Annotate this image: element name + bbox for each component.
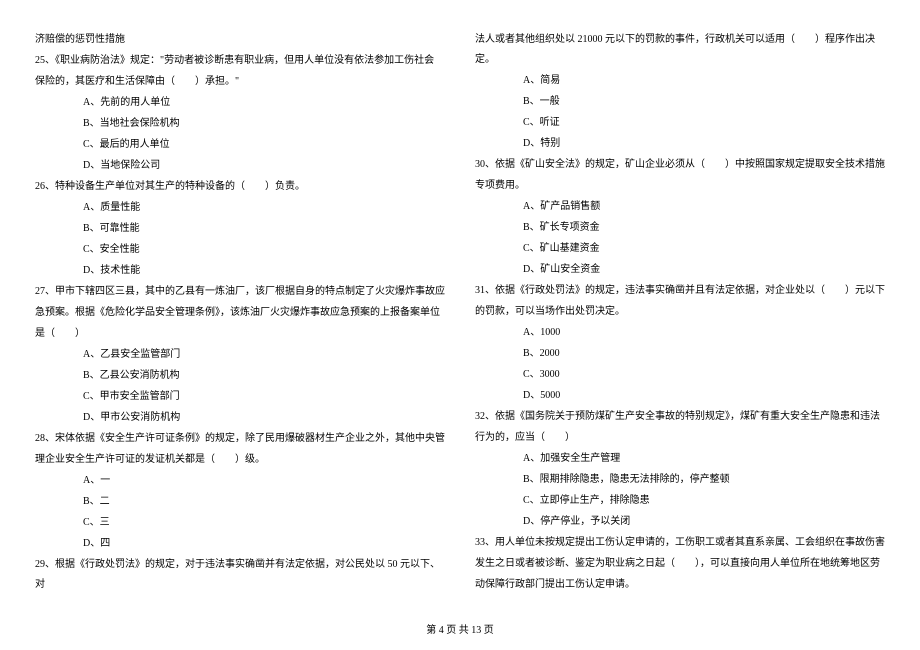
q32-option-c: C、立即停止生产，排除隐患 [475, 491, 885, 511]
q31-stem-line1: 31、依据《行政处罚法》的规定，违法事实确凿并且有法定依据，对企业处以（ ）元以… [475, 281, 885, 301]
q31-stem-line2: 的罚款，可以当场作出处罚决定。 [475, 302, 885, 322]
q29-option-d: D、特别 [475, 134, 885, 154]
continuation-line: 济赔偿的惩罚性措施 [35, 30, 445, 50]
q27-option-a: A、乙县安全监管部门 [35, 345, 445, 365]
q27-option-d: D、甲市公安消防机构 [35, 408, 445, 428]
q25-option-a: A、先前的用人单位 [35, 93, 445, 113]
q31-option-a: A、1000 [475, 323, 885, 343]
q28-stem-line1: 28、宋体依据《安全生产许可证条例》的规定，除了民用爆破器材生产企业之外，其他中… [35, 429, 445, 449]
q27-option-c: C、甲市安全监管部门 [35, 387, 445, 407]
q26-option-d: D、技术性能 [35, 261, 445, 281]
q31-option-c: C、3000 [475, 365, 885, 385]
q25-option-d: D、当地保险公司 [35, 156, 445, 176]
q26-option-b: B、可靠性能 [35, 219, 445, 239]
q32-option-b: B、限期排除隐患，隐患无法排除的，停产整顿 [475, 470, 885, 490]
q27-stem-line3: 是（ ） [35, 324, 445, 344]
q31-option-d: D、5000 [475, 386, 885, 406]
q26-option-a: A、质量性能 [35, 198, 445, 218]
q29-option-c: C、听证 [475, 113, 885, 133]
q29-option-a: A、简易 [475, 71, 885, 91]
q33-stem-line3: 动保障行政部门提出工伤认定申请。 [475, 575, 885, 595]
q27-option-b: B、乙县公安消防机构 [35, 366, 445, 386]
q33-stem-line1: 33、用人单位未按规定提出工伤认定申请的，工伤职工或者其直系亲属、工会组织在事故… [475, 533, 885, 553]
q32-stem-line2: 行为的，应当（ ） [475, 428, 885, 448]
q25-option-b: B、当地社会保险机构 [35, 114, 445, 134]
page-footer: 第 4 页 共 13 页 [0, 621, 920, 636]
q25-stem-line1: 25、《职业病防治法》规定："劳动者被诊断患有职业病，但用人单位没有依法参加工伤… [35, 51, 445, 71]
q28-option-d: D、四 [35, 534, 445, 554]
q28-option-a: A、一 [35, 471, 445, 491]
q28-option-b: B、二 [35, 492, 445, 512]
q30-stem-line1: 30、依据《矿山安全法》的规定，矿山企业必须从（ ）中按照国家规定提取安全技术措… [475, 155, 885, 175]
left-column: 济赔偿的惩罚性措施 25、《职业病防治法》规定："劳动者被诊断患有职业病，但用人… [35, 30, 445, 610]
q27-stem-line2: 急预案。根据《危险化学品安全管理条例》，该炼油厂火灾爆炸事故应急预案的上报备案单… [35, 303, 445, 323]
q29-stem: 29、根据《行政处罚法》的规定，对于违法事实确凿并有法定依据，对公民处以 50 … [35, 555, 445, 595]
q30-option-a: A、矿产品销售额 [475, 197, 885, 217]
q31-option-b: B、2000 [475, 344, 885, 364]
q33-stem-line2: 发生之日或者被诊断、鉴定为职业病之日起（ ），可以直接向用人单位所在地统筹地区劳 [475, 554, 885, 574]
q30-option-d: D、矿山安全资金 [475, 260, 885, 280]
q32-stem-line1: 32、依据《国务院关于预防煤矿生产安全事故的特别规定》，煤矿有重大安全生产隐患和… [475, 407, 885, 427]
q32-option-a: A、加强安全生产管理 [475, 449, 885, 469]
q26-stem: 26、特种设备生产单位对其生产的特种设备的（ ）负责。 [35, 177, 445, 197]
q30-stem-line2: 专项费用。 [475, 176, 885, 196]
q30-option-c: C、矿山基建资金 [475, 239, 885, 259]
q29-cont-stem: 法人或者其他组织处以 21000 元以下的罚款的事件，行政机关可以适用（ ）程序… [475, 30, 885, 70]
q28-option-c: C、三 [35, 513, 445, 533]
q27-stem-line1: 27、甲市下辖四区三县，其中的乙县有一炼油厂，该厂根据自身的特点制定了火灾爆炸事… [35, 282, 445, 302]
q30-option-b: B、矿长专项资金 [475, 218, 885, 238]
q29-option-b: B、一般 [475, 92, 885, 112]
right-column: 法人或者其他组织处以 21000 元以下的罚款的事件，行政机关可以适用（ ）程序… [475, 30, 885, 610]
q32-option-d: D、停产停业，予以关闭 [475, 512, 885, 532]
q25-option-c: C、最后的用人单位 [35, 135, 445, 155]
q25-stem-line2: 保险的，其医疗和生活保障由（ ）承担。" [35, 72, 445, 92]
q28-stem-line2: 理企业安全生产许可证的发证机关都是（ ）级。 [35, 450, 445, 470]
page-container: 济赔偿的惩罚性措施 25、《职业病防治法》规定："劳动者被诊断患有职业病，但用人… [35, 30, 885, 610]
q26-option-c: C、安全性能 [35, 240, 445, 260]
